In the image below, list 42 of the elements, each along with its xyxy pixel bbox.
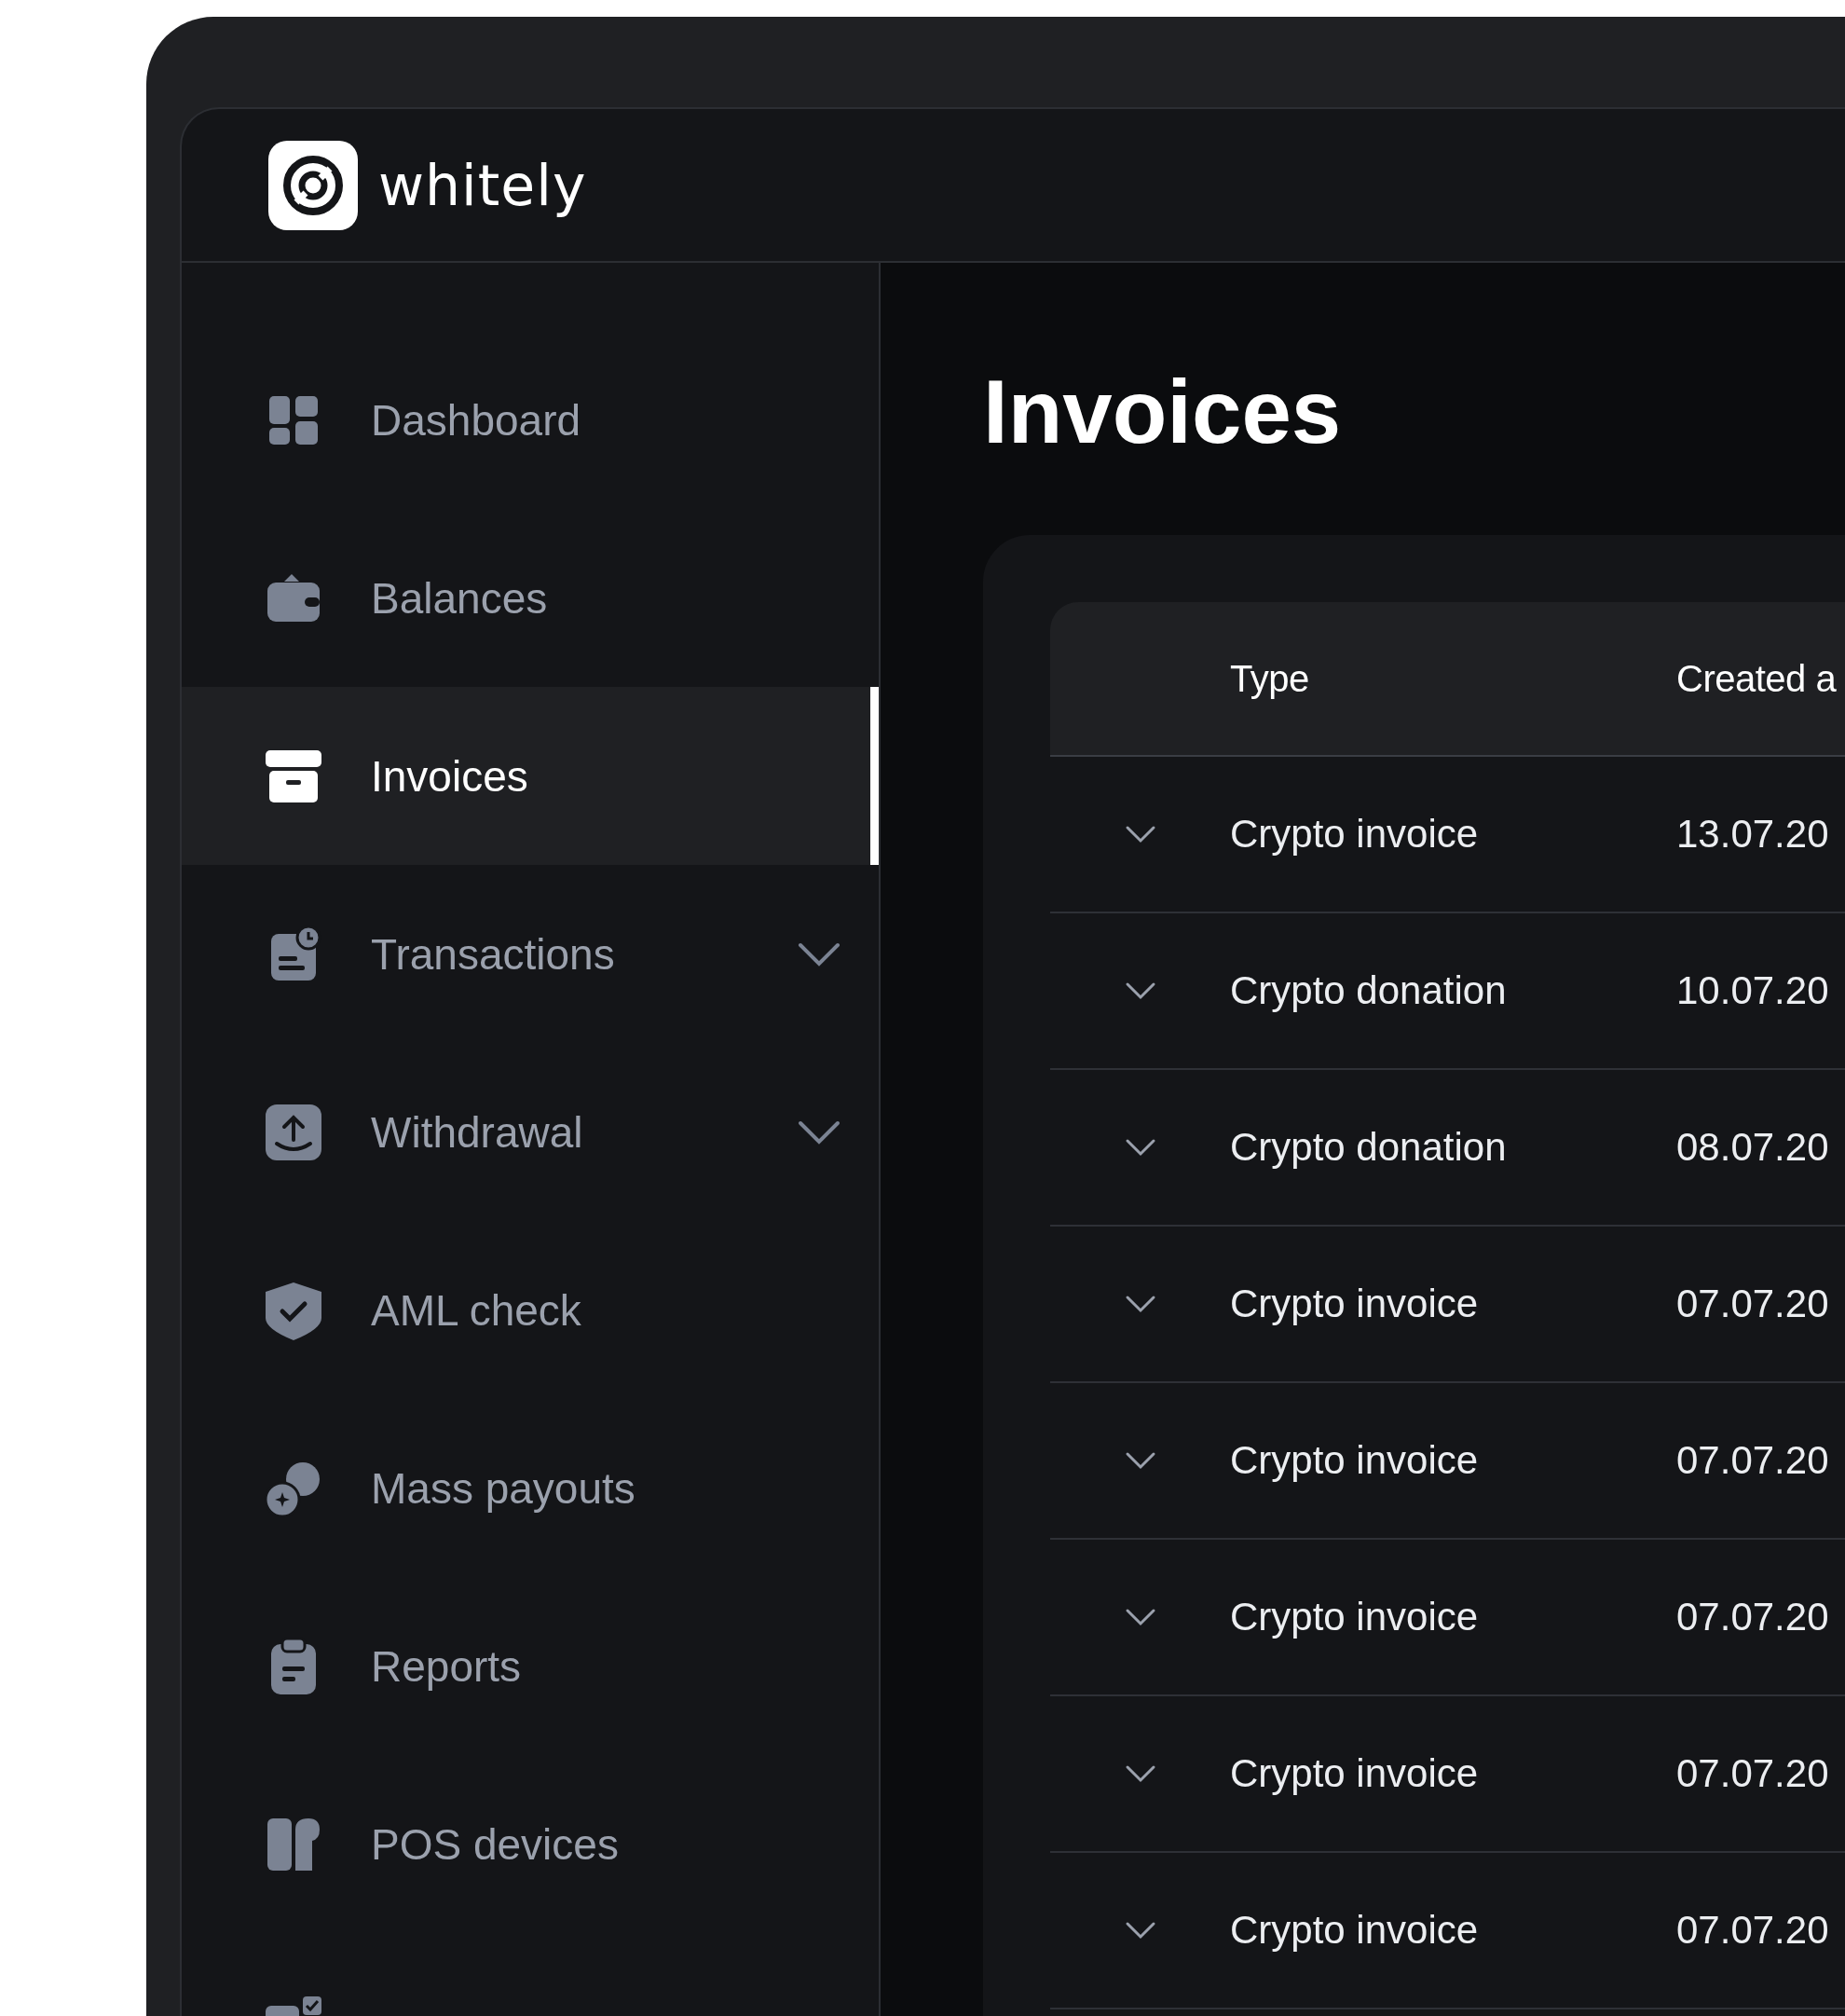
nav-item[interactable]: Withdrawal (182, 1043, 879, 1221)
nav-item[interactable]: Mass payouts (182, 1399, 879, 1577)
table-cell-text: Crypto invoice (1230, 1282, 1480, 1326)
table-cell: 07.07.20 (1676, 1908, 1829, 1953)
table-cell: 07.07.20 (1676, 1282, 1829, 1326)
table-cell-text: Crypto invoice (1230, 812, 1480, 857)
table-cell-text: Crypto invoice (1230, 1908, 1480, 1953)
chevron-down-icon[interactable] (797, 1118, 841, 1145)
nav-item[interactable]: AML check (182, 1221, 879, 1399)
column-header: Created a (1676, 657, 1837, 700)
chevron-down-icon (1124, 981, 1156, 1000)
table-cell: 07.07.20 (1676, 1438, 1829, 1483)
nav-item[interactable]: Invoices (182, 687, 879, 865)
table-cell-text: Crypto invoice (1230, 1438, 1480, 1483)
table-cell-text: Crypto donation (1230, 968, 1508, 1013)
table-cell: 08.07.20 (1676, 1125, 1829, 1170)
table-cell-text: Crypto donation (1230, 1125, 1508, 1170)
logo-icon (268, 140, 358, 230)
table-cell-text: Crypto invoice (1230, 1751, 1480, 1796)
chevron-down-icon (1124, 1608, 1156, 1626)
chevron-down-icon[interactable] (797, 940, 841, 967)
table-cell: 07.07.20 (1676, 1595, 1829, 1639)
chevron-down-icon (1124, 1138, 1156, 1157)
chevron-down-icon (1124, 825, 1156, 843)
table-cell: 13.07.20 (1676, 812, 1829, 857)
column-header: Type (1230, 657, 1310, 700)
chevron-down-icon (1124, 1921, 1156, 1940)
nav-item[interactable]: POS devices (182, 1755, 879, 1933)
table-cell: 07.07.20 (1676, 1751, 1829, 1796)
table-cell-text: Crypto invoice (1230, 1595, 1480, 1639)
table-cell: 10.07.20 (1676, 968, 1829, 1013)
shield-check-icon (264, 1280, 323, 1340)
nav-item[interactable]: Reports (182, 1577, 879, 1755)
page-title: Invoices (983, 367, 1343, 457)
chevron-down-icon (1124, 1295, 1156, 1313)
chevron-down-icon (1124, 1764, 1156, 1783)
chevron-down-icon (1124, 1451, 1156, 1470)
nav-item[interactable]: Balances (182, 509, 879, 687)
upload-icon (264, 1102, 323, 1162)
brand-name: whitely (378, 152, 587, 218)
nav-item[interactable]: Dashboard (182, 331, 879, 509)
nav-item[interactable]: Transactions (182, 865, 879, 1043)
